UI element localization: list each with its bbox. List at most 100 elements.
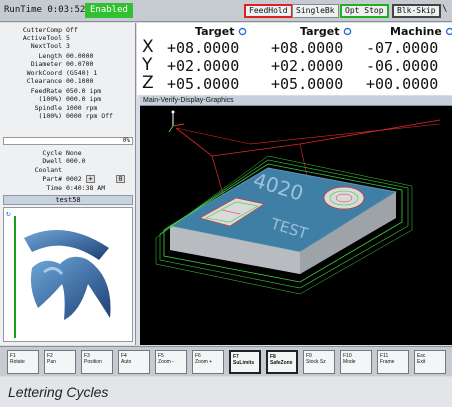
part-reset-button[interactable]: 0 — [116, 175, 125, 183]
axis-label-y: Y — [142, 55, 153, 75]
status-row-cycle: Cycle None — [0, 149, 136, 157]
toolpath-graphics-view[interactable]: 4020 TEST — [140, 106, 452, 345]
y-target-value: +02.0000 — [167, 57, 240, 75]
status-value: 1000 rpm — [66, 104, 98, 112]
status-row-spindle: Spindle 1000 rpm — [0, 104, 136, 112]
status-row-clearance: Clearance 00.1000 — [0, 77, 136, 85]
options-icon[interactable]: ⭘ — [446, 27, 452, 38]
column-header-target-2: Target ⭘ — [300, 25, 352, 38]
status-row-cuttercomp: CutterComp Off — [0, 26, 136, 34]
fkey-label: SuLimits — [233, 360, 255, 366]
status-row-activetool: ActiveTool 5 — [0, 34, 136, 42]
x-machine-value: -07.0000 — [366, 39, 439, 57]
part-count-value: 0002 — [66, 175, 82, 183]
status-row-workcoord: WorkCoord (G540) 1 — [0, 69, 136, 77]
fkey-label: Position — [84, 359, 102, 365]
machine-status-panel: CutterComp Off ActiveTool 5 NextTool 3 Leng… — [0, 23, 136, 345]
f10-mode-button[interactable]: F10 Mode — [340, 350, 372, 374]
status-row-dwell: Dwell 000.0 — [0, 157, 136, 165]
f5-zoom-out-button[interactable]: F5 Zoom - — [155, 350, 187, 374]
status-label: ActiveTool — [22, 34, 62, 42]
fkey-label: Auto — [121, 359, 132, 365]
status-label: NextTool — [30, 42, 62, 50]
fkey-label: Frame — [380, 359, 395, 365]
status-label: Dwell — [42, 157, 62, 165]
status-label: Length — [38, 52, 62, 60]
figure-caption: Lettering Cycles — [0, 377, 452, 407]
status-value: 0000 rpm Off — [66, 112, 113, 120]
status-value: 3 — [66, 42, 70, 50]
fkey-label: Mode — [343, 359, 356, 365]
status-value: None — [66, 149, 82, 157]
status-label: (100%) — [38, 112, 62, 120]
f7-su-limits-button[interactable]: F7 SuLimits — [229, 350, 261, 374]
position-readout: Target ⭘ Target ⭘ Machine ⭘ X Y Z +08.0000 … — [137, 23, 452, 95]
status-label: (100%) — [38, 95, 62, 103]
status-label: Cycle — [42, 149, 62, 157]
fkey-label: SafeZone — [270, 360, 293, 366]
status-row-feedrate: FeedRate 050.0 ipm — [0, 87, 136, 95]
status-row-part: Part# 0002 + 0 — [0, 175, 136, 183]
axis-label-z: Z — [142, 73, 154, 93]
status-label: WorkCoord — [26, 69, 62, 77]
z-target-value: +05.0000 — [167, 75, 240, 93]
status-label: Spindle — [34, 104, 62, 112]
status-row-feed-override: (100%) 000.0 ipm — [0, 95, 136, 103]
logo-graphic — [24, 230, 111, 320]
status-label: Coolant — [34, 166, 62, 174]
logo-stripe — [14, 216, 16, 338]
status-label: Part# — [42, 175, 62, 183]
runtime-readout: RunTime 0:03:52 — [4, 5, 86, 15]
block-skip-button[interactable]: Blk-Skip — [392, 4, 441, 18]
fkey-label: Pan — [47, 359, 56, 365]
status-value: 000.0 ipm — [66, 95, 102, 103]
status-row-length: Length 00.0000 — [0, 52, 136, 60]
x-axis-line — [172, 123, 185, 127]
status-value: 00.0700 — [66, 60, 94, 68]
z-target2-value: +05.0000 — [271, 75, 344, 93]
options-icon[interactable]: ⭘ — [239, 27, 247, 38]
progress-label: 0% — [122, 137, 130, 144]
header-label: Target — [195, 25, 235, 38]
status-value: 00.1000 — [66, 77, 94, 85]
optional-stop-button[interactable]: Opt Stop — [340, 4, 389, 18]
column-header-target: Target ⭘ — [195, 25, 247, 38]
x-target-value: +08.0000 — [167, 39, 240, 57]
program-filename: test58 — [3, 195, 133, 205]
fkey-label: Rotate — [10, 359, 25, 365]
more-indicator: \ — [442, 4, 448, 14]
feedhold-button[interactable]: FeedHold — [244, 4, 293, 18]
x-target2-value: +08.0000 — [271, 39, 344, 57]
status-row-diameter: Diameter 00.0700 — [0, 60, 136, 68]
status-label: CutterComp — [22, 26, 62, 34]
f8-safe-zone-button[interactable]: F8 SafeZone — [266, 350, 298, 374]
y-target2-value: +02.0000 — [271, 57, 344, 75]
esc-exit-button[interactable]: Esc Exit — [414, 350, 446, 374]
y-machine-value: -06.0000 — [366, 57, 439, 75]
status-value: 050.0 ipm — [66, 87, 102, 95]
program-progress-bar: 0% — [3, 137, 133, 145]
company-logo: ↻ — [3, 207, 133, 342]
status-label: Clearance — [26, 77, 62, 85]
graphics-title: Main-Verify-Display-Graphics — [140, 96, 452, 106]
f11-frame-button[interactable]: F11 Frame — [377, 350, 409, 374]
options-icon[interactable]: ⭘ — [344, 27, 352, 38]
refresh-icon: ↻ — [6, 209, 11, 218]
f3-position-button[interactable]: F3 Position — [81, 350, 113, 374]
status-value: (G540) 1 — [66, 69, 98, 77]
fkey-label: Zoom + — [195, 359, 213, 365]
f9-stock-size-button[interactable]: F9 Stock Sz — [303, 350, 335, 374]
part-increment-button[interactable]: + — [86, 175, 95, 183]
f2-pan-button[interactable]: F2 Pan — [44, 350, 76, 374]
header-label: Target — [300, 25, 340, 38]
f4-auto-button[interactable]: F4 Auto — [118, 350, 150, 374]
status-value: 000.0 — [66, 157, 86, 165]
status-row-nexttool: NextTool 3 — [0, 42, 136, 50]
status-label: FeedRate — [30, 87, 62, 95]
f6-zoom-in-button[interactable]: F6 Zoom + — [192, 350, 224, 374]
status-row-time: Time 0:40:38 AM — [0, 184, 136, 192]
status-value: 00.0000 — [66, 52, 94, 60]
f1-rotate-button[interactable]: F1 Rotate — [7, 350, 39, 374]
single-block-button[interactable]: SingleBk — [292, 4, 339, 18]
column-header-machine: Machine ⭘ — [390, 25, 452, 38]
